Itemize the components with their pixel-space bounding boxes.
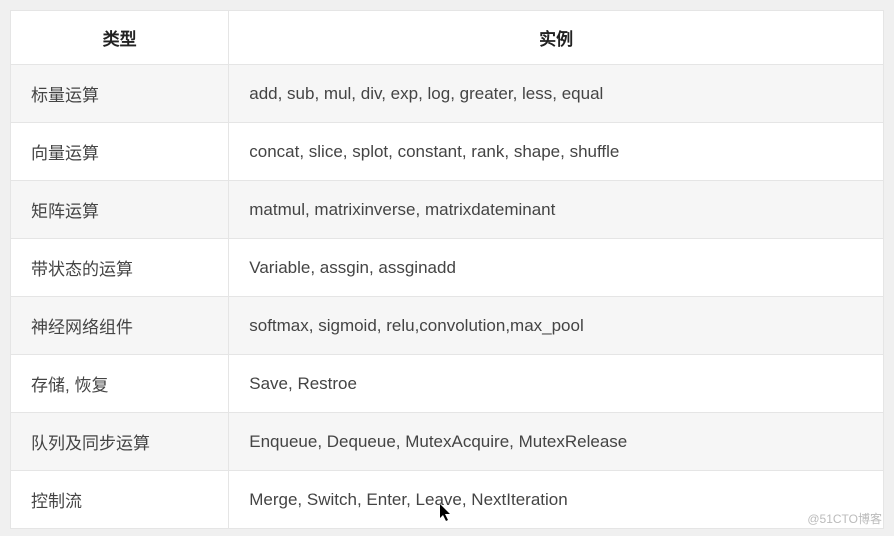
header-example: 实例 — [229, 11, 884, 65]
table-row: 矩阵运算 matmul, matrixinverse, matrixdatemi… — [11, 181, 884, 239]
table-row: 队列及同步运算 Enqueue, Dequeue, MutexAcquire, … — [11, 413, 884, 471]
table-header-row: 类型 实例 — [11, 11, 884, 65]
cell-example: Merge, Switch, Enter, Leave, NextIterati… — [229, 471, 884, 529]
table-row: 存储, 恢复 Save, Restroe — [11, 355, 884, 413]
cell-example: add, sub, mul, div, exp, log, greater, l… — [229, 65, 884, 123]
cell-type: 存储, 恢复 — [11, 355, 229, 413]
cell-type: 标量运算 — [11, 65, 229, 123]
table-container: 类型 实例 标量运算 add, sub, mul, div, exp, log,… — [10, 10, 884, 529]
cell-type: 神经网络组件 — [11, 297, 229, 355]
cell-example: Save, Restroe — [229, 355, 884, 413]
table-row: 标量运算 add, sub, mul, div, exp, log, great… — [11, 65, 884, 123]
cell-example: matmul, matrixinverse, matrixdateminant — [229, 181, 884, 239]
watermark-text: @51CTO博客 — [807, 510, 882, 527]
cell-type: 带状态的运算 — [11, 239, 229, 297]
table-row: 向量运算 concat, slice, splot, constant, ran… — [11, 123, 884, 181]
cell-example: Variable, assgin, assginadd — [229, 239, 884, 297]
cell-type: 队列及同步运算 — [11, 413, 229, 471]
cell-example: Enqueue, Dequeue, MutexAcquire, MutexRel… — [229, 413, 884, 471]
cell-example: concat, slice, splot, constant, rank, sh… — [229, 123, 884, 181]
header-type: 类型 — [11, 11, 229, 65]
cell-type: 矩阵运算 — [11, 181, 229, 239]
cell-type: 向量运算 — [11, 123, 229, 181]
cell-example: softmax, sigmoid, relu,convolution,max_p… — [229, 297, 884, 355]
cursor-icon — [440, 504, 454, 524]
cell-type: 控制流 — [11, 471, 229, 529]
table-row: 带状态的运算 Variable, assgin, assginadd — [11, 239, 884, 297]
operations-table: 类型 实例 标量运算 add, sub, mul, div, exp, log,… — [10, 10, 884, 529]
table-row: 神经网络组件 softmax, sigmoid, relu,convolutio… — [11, 297, 884, 355]
